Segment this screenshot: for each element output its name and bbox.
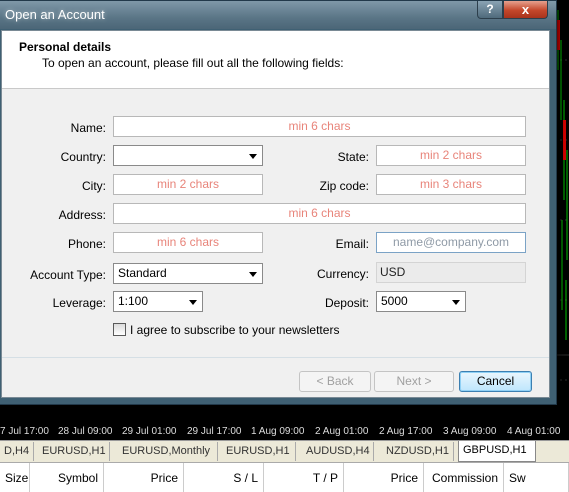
dialog-title: Open an Account	[5, 7, 105, 22]
chevron-down-icon	[189, 300, 197, 305]
account-type-select[interactable]: Standard	[113, 263, 263, 284]
state-input[interactable]: min 2 chars	[376, 145, 526, 166]
column-header-price-current[interactable]: Price	[344, 463, 424, 492]
chart-tab[interactable]: NZDUSD,H1	[382, 442, 454, 461]
currency-label: Currency:	[316, 267, 369, 281]
phone-input[interactable]: min 6 chars	[113, 232, 263, 253]
time-axis-label: 29 Jul 17:00	[187, 426, 242, 437]
address-input[interactable]: min 6 chars	[113, 203, 526, 224]
chart-tab[interactable]: EURUSD,H1	[222, 442, 296, 461]
zip-input[interactable]: min 3 chars	[376, 174, 526, 195]
zip-label: Zip code:	[319, 179, 369, 193]
state-label: State:	[337, 150, 369, 164]
column-header-sl[interactable]: S / L	[184, 463, 264, 492]
next-button[interactable]: Next >	[374, 371, 454, 392]
chart-tab[interactable]: D,H4	[0, 442, 34, 461]
country-select[interactable]	[113, 145, 263, 166]
phone-label: Phone:	[67, 237, 106, 251]
time-axis-label: 3 Aug 09:00	[443, 426, 497, 437]
wizard-header-title: Personal details	[19, 40, 112, 54]
back-button[interactable]: < Back	[299, 371, 371, 392]
deposit-value: 5000	[381, 294, 408, 308]
chevron-down-icon	[249, 154, 257, 159]
chart-tab[interactable]: AUDUSD,H4	[302, 442, 374, 461]
column-header-price[interactable]: Price	[104, 463, 184, 492]
help-button[interactable]: ?	[477, 1, 503, 19]
chart-time-axis: 7 Jul 17:00 28 Jul 09:00 29 Jul 01:00 29…	[0, 425, 569, 440]
deposit-label: Deposit:	[324, 296, 369, 310]
terminal-table-header: Size Symbol Price S / L T / P Price Comm…	[0, 462, 569, 492]
chart-tab[interactable]: EURUSD,Monthly	[118, 442, 218, 461]
time-axis-label: 28 Jul 09:00	[58, 426, 113, 437]
column-header-commission[interactable]: Commission	[424, 463, 504, 492]
wizard-header: Personal details To open an account, ple…	[2, 31, 549, 89]
time-axis-label: 2 Aug 01:00	[315, 426, 369, 437]
leverage-select[interactable]: 1:100	[113, 291, 203, 312]
address-label: Address:	[58, 208, 106, 222]
country-label: Country:	[60, 150, 106, 164]
dialog-body: Personal details To open an account, ple…	[1, 30, 550, 398]
time-axis-label: 7 Jul 17:00	[0, 426, 49, 437]
time-axis-label: 29 Jul 01:00	[122, 426, 177, 437]
city-label: City:	[82, 179, 106, 193]
chevron-down-icon	[452, 300, 460, 305]
chart-tab[interactable]: EURUSD,H1	[38, 442, 110, 461]
column-header-tp[interactable]: T / P	[264, 463, 344, 492]
account-type-value: Standard	[118, 266, 167, 280]
column-header-size[interactable]: Size	[0, 463, 30, 492]
name-label: Name:	[70, 121, 106, 135]
newsletter-checkbox-label[interactable]: I agree to subscribe to your newsletters	[130, 323, 339, 337]
newsletter-checkbox[interactable]	[113, 323, 126, 336]
chevron-down-icon	[249, 272, 257, 277]
dialog-title-bar[interactable]: Open an Account ? x	[0, 1, 556, 29]
close-button[interactable]: x	[503, 1, 548, 19]
column-header-swap[interactable]: Sw	[504, 463, 569, 492]
leverage-value: 1:100	[118, 294, 149, 308]
deposit-select[interactable]: 5000	[376, 291, 466, 312]
chart-tabs-bar: D,H4 EURUSD,H1 EURUSD,Monthly EURUSD,H1 …	[0, 440, 569, 462]
leverage-label: Leverage:	[52, 296, 106, 310]
button-separator	[2, 357, 549, 358]
cancel-button[interactable]: Cancel	[459, 371, 532, 392]
account-type-label: Account Type:	[30, 268, 106, 282]
time-axis-label: 2 Aug 17:00	[379, 426, 433, 437]
column-header-symbol[interactable]: Symbol	[30, 463, 104, 492]
time-axis-label: 1 Aug 09:00	[251, 426, 305, 437]
wizard-header-subtitle: To open an account, please fill out all …	[42, 56, 344, 70]
email-input[interactable]: name@company.com	[376, 232, 526, 253]
open-account-dialog: Open an Account ? x Personal details To …	[0, 0, 557, 405]
chart-tab-active[interactable]: GBPUSD,H1	[458, 441, 536, 462]
currency-field: USD	[376, 262, 526, 283]
time-axis-label: 4 Aug 01:00	[507, 426, 561, 437]
email-label: Email:	[335, 237, 369, 251]
name-input[interactable]: min 6 chars	[113, 116, 526, 137]
city-input[interactable]: min 2 chars	[113, 174, 263, 195]
